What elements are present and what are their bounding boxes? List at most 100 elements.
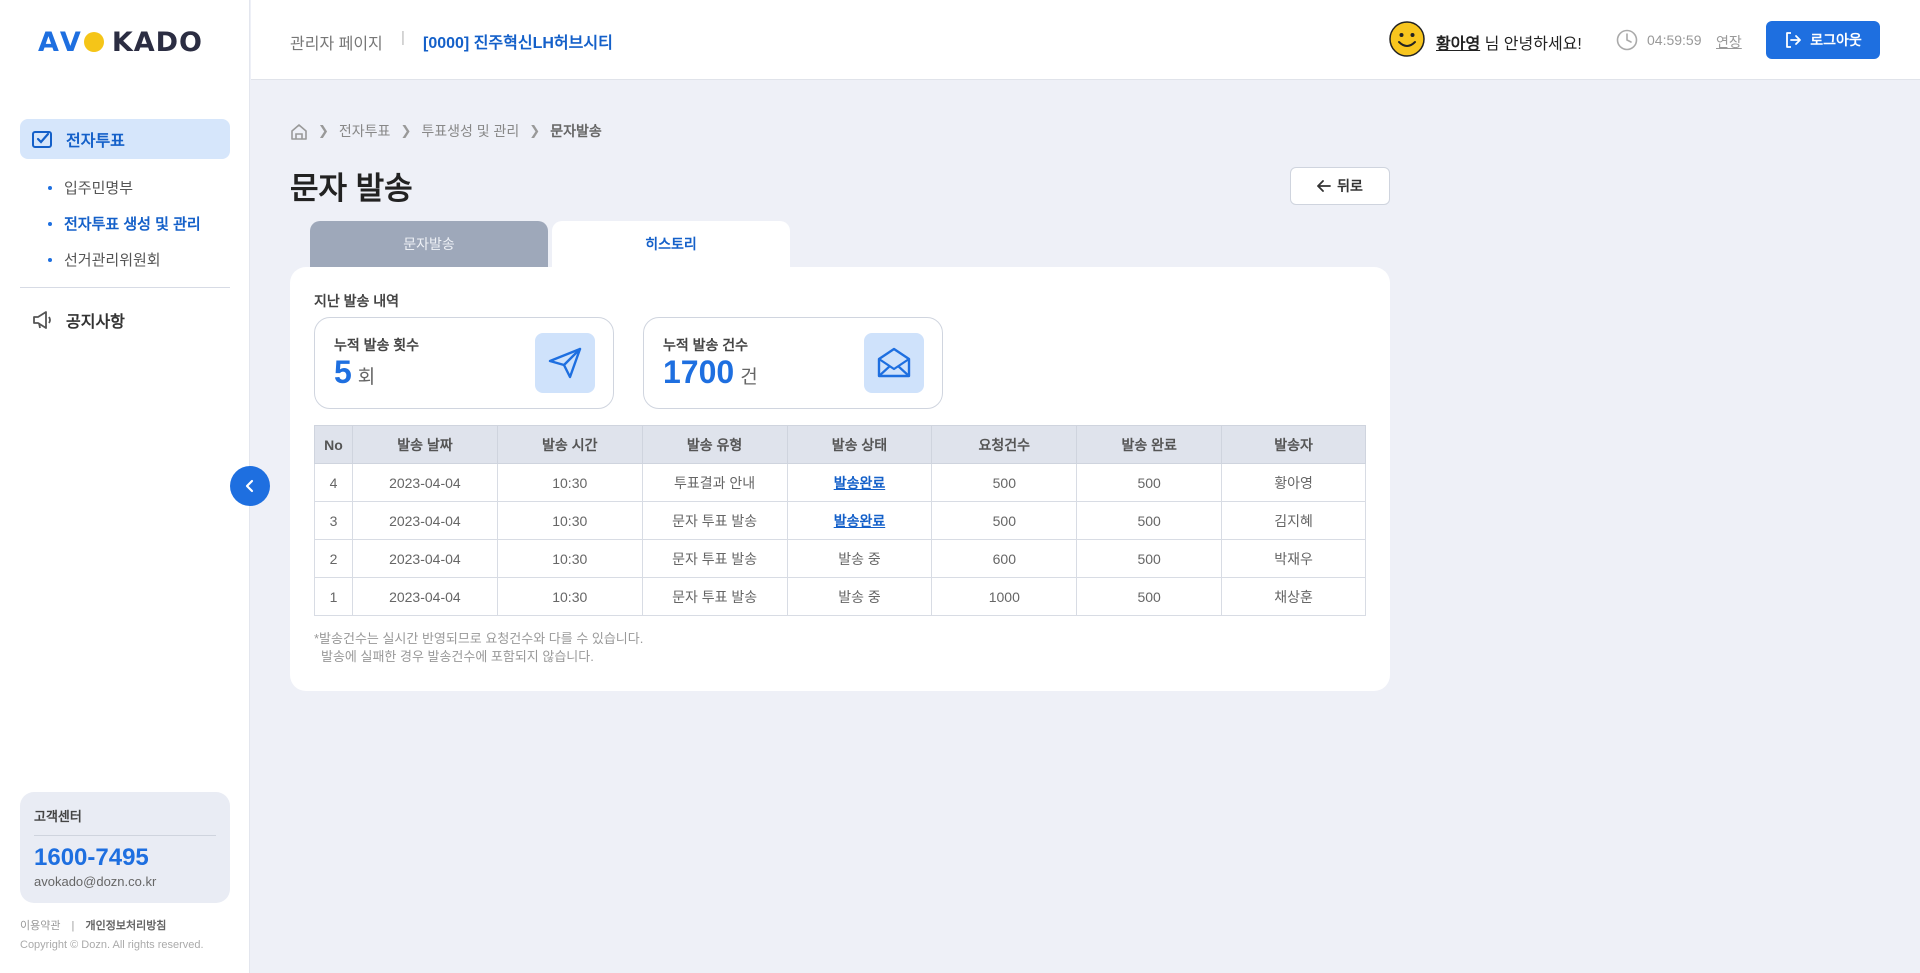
sidebar-item-label: 전자투표 생성 및 관리: [64, 216, 201, 233]
table-row: 4 2023-04-04 10:30 투표결과 안내 발송완료 500 500 …: [314, 463, 1366, 502]
stat-label: 누적 발송 건수: [663, 337, 749, 353]
history-table: No 발송 날짜 발송 시간 발송 유형 발송 상태 요청건수 발송 완료 발송…: [314, 425, 1366, 616]
logout-button[interactable]: 로그아웃: [1766, 21, 1880, 59]
cell-date: 2023-04-04: [351, 577, 498, 616]
cell-sender: 박재우: [1221, 539, 1366, 578]
cell-type: 문자 투표 발송: [641, 577, 788, 616]
table-header-row: No 발송 날짜 발송 시간 발송 유형 발송 상태 요청건수 발송 완료 발송…: [314, 425, 1366, 464]
bullet-icon: [48, 221, 52, 226]
sidebar-collapse-button[interactable]: [230, 466, 270, 506]
sidebar-item-election-committee[interactable]: 선거관리위원회: [48, 249, 161, 270]
terms-link[interactable]: 이용약관: [20, 920, 60, 932]
logo-wordmark: A V KADO: [38, 26, 203, 58]
cell-requested: 500: [931, 501, 1078, 540]
cell-no: 3: [314, 501, 353, 540]
stat-number: 5: [334, 354, 352, 390]
logout-icon: [1786, 32, 1802, 48]
bullet-icon: [48, 185, 52, 190]
stat-unit: 건: [740, 367, 758, 388]
cell-type: 투표결과 안내: [641, 463, 788, 502]
breadcrumb: ❯ 전자투표 ❯ 투표생성 및 관리 ❯ 문자발송: [290, 121, 602, 141]
privacy-link[interactable]: 개인정보처리방침: [85, 920, 166, 932]
breadcrumb-current: 문자발송: [550, 123, 602, 139]
column-header: 발송 시간: [496, 425, 643, 464]
arrow-left-icon: [1317, 180, 1332, 192]
cell-sender: 채상훈: [1221, 577, 1366, 616]
user-greeting: 황아영 님 안녕하세요!: [1436, 30, 1582, 54]
sidebar-item-label: 전자투표: [66, 133, 125, 150]
cell-status-link[interactable]: 발송완료: [786, 501, 933, 540]
cell-date: 2023-04-04: [351, 463, 498, 502]
customer-center-title: 고객센터: [34, 806, 216, 836]
column-header: 발송 완료: [1076, 425, 1223, 464]
cell-type: 문자 투표 발송: [641, 501, 788, 540]
note-line: 발송에 실패한 경우 발송건수에 포함되지 않습니다.: [321, 649, 594, 664]
chevron-right-icon: ❯: [529, 123, 541, 138]
column-header: 발송 유형: [641, 425, 788, 464]
tab-history[interactable]: 히스토리: [552, 221, 790, 267]
cell-status-link[interactable]: 발송완료: [786, 463, 933, 502]
clock-icon: [1616, 29, 1638, 51]
cell-time: 10:30: [496, 501, 643, 540]
home-icon[interactable]: [290, 123, 308, 140]
cell-completed: 500: [1076, 463, 1223, 502]
breadcrumb-item[interactable]: 전자투표: [339, 121, 391, 141]
column-header: 발송자: [1221, 425, 1366, 464]
tab-sms-send[interactable]: 문자발송: [310, 221, 548, 267]
cell-no: 2: [314, 539, 353, 578]
envelope-icon: [864, 333, 924, 393]
sidebar-item-evote[interactable]: 전자투표: [20, 119, 230, 159]
column-header: 요청건수: [931, 425, 1078, 464]
cell-date: 2023-04-04: [351, 539, 498, 578]
sidebar-item-label: 입주민명부: [64, 180, 134, 197]
sidebar-item-notice[interactable]: 공지사항: [32, 308, 125, 332]
table-row: 3 2023-04-04 10:30 문자 투표 발송 발송완료 500 500…: [314, 501, 1366, 540]
stat-number: 1700: [663, 354, 735, 390]
smiley-avatar-icon: [1389, 21, 1425, 57]
column-header: 발송 상태: [786, 425, 933, 464]
footer-separator: |: [71, 920, 75, 932]
chevron-left-icon: [245, 479, 254, 493]
cell-status: 발송 중: [786, 577, 933, 616]
sidebar: A V KADO 전자투표 입주민명부 전자투표 생성 및 관리 선거관리위원회 공…: [0, 0, 250, 973]
back-button-label: 뒤로: [1337, 178, 1363, 194]
cell-no: 4: [314, 463, 353, 502]
logo[interactable]: A V KADO: [38, 26, 203, 58]
cell-no: 1: [314, 577, 353, 616]
note-line: *발송건수는 실시간 반영되므로 요청건수와 다를 수 있습니다.: [314, 631, 644, 646]
sidebar-item-resident-list[interactable]: 입주민명부: [48, 177, 133, 198]
sidebar-item-label: 공지사항: [66, 314, 125, 331]
customer-center-email: avokado@dozn.co.kr: [34, 874, 157, 889]
page-title: 문자 발송: [290, 171, 413, 206]
copyright: Copyright © Dozn. All rights reserved.: [20, 939, 204, 951]
back-button[interactable]: 뒤로: [1290, 167, 1390, 205]
cell-time: 10:30: [496, 463, 643, 502]
table-row: 2 2023-04-04 10:30 문자 투표 발송 발송 중 600 500…: [314, 539, 1366, 578]
sidebar-item-evote-manage[interactable]: 전자투표 생성 및 관리: [48, 213, 201, 234]
stat-value: 5회: [334, 354, 375, 391]
cell-type: 문자 투표 발송: [641, 539, 788, 578]
cell-completed: 500: [1076, 501, 1223, 540]
cell-status: 발송 중: [786, 539, 933, 578]
megaphone-icon: [33, 311, 51, 329]
admin-page-label: 관리자 페이지: [290, 36, 383, 53]
bullet-icon: [48, 257, 52, 262]
breadcrumb-item[interactable]: 투표생성 및 관리: [421, 121, 519, 141]
cell-requested: 600: [931, 539, 1078, 578]
sidebar-item-label: 선거관리위원회: [64, 252, 161, 269]
vote-check-icon: [32, 131, 52, 148]
cell-requested: 1000: [931, 577, 1078, 616]
user-name[interactable]: 황아영: [1436, 36, 1480, 53]
customer-center-box: 고객센터 1600-7495 avokado@dozn.co.kr: [20, 792, 230, 903]
logout-label: 로그아웃: [1810, 32, 1862, 48]
cell-completed: 500: [1076, 577, 1223, 616]
column-header: No: [314, 425, 353, 464]
stat-unit: 회: [357, 367, 376, 388]
cell-date: 2023-04-04: [351, 501, 498, 540]
paper-plane-icon: [535, 333, 595, 393]
extend-session-link[interactable]: 연장: [1716, 32, 1742, 52]
cell-sender: 황아영: [1221, 463, 1366, 502]
site-name: [0000] 진주혁신LH허브시티: [423, 35, 613, 52]
column-header: 발송 날짜: [351, 425, 498, 464]
footer-links: 이용약관 | 개인정보처리방침: [20, 917, 166, 933]
